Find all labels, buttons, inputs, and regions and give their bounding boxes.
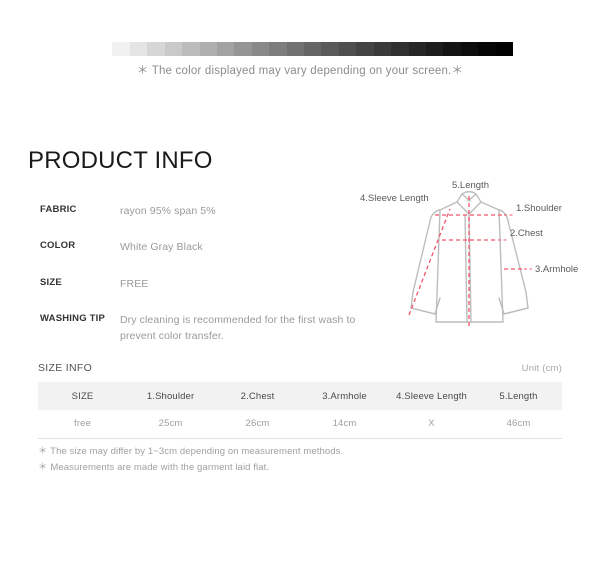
size-info-title: SIZE INFO — [38, 362, 93, 374]
spec-label: WASHING TIP — [40, 312, 106, 324]
gradient-swatch — [321, 42, 339, 56]
size-note: ＊ The size may differ by 1~3cm depending… — [38, 446, 344, 457]
spec-value: rayon 95% span 5% — [120, 205, 216, 217]
garment-measurement-diagram: 1.Shoulder 2.Chest 3.Armhole 4.Sleeve Le… — [352, 172, 600, 340]
gradient-swatch — [304, 42, 322, 56]
spec-label: FABRIC — [40, 204, 77, 215]
cell-chest: 26cm — [214, 410, 302, 439]
product-spec-list: FABRIC rayon 95% span 5% COLOR White Gra… — [40, 203, 360, 344]
size-info-notes: ＊ The size may differ by 1~3cm depending… — [38, 444, 438, 475]
gradient-swatch — [129, 42, 148, 56]
gradient-swatch — [495, 42, 514, 56]
table-header-row: SIZE 1.Shoulder 2.Chest 3.Armhole 4.Slee… — [38, 382, 562, 410]
gradient-swatch — [338, 42, 357, 56]
gradient-swatch — [478, 42, 496, 56]
size-info-table: SIZE 1.Shoulder 2.Chest 3.Armhole 4.Slee… — [38, 382, 562, 439]
gradient-swatch — [426, 42, 444, 56]
gradient-swatch — [112, 42, 130, 56]
diagram-label-shoulder: 1.Shoulder — [516, 203, 562, 214]
gradient-swatch — [269, 42, 287, 56]
gradient-swatch — [356, 42, 374, 56]
column-header-shoulder: 1.Shoulder — [127, 382, 215, 410]
gradient-swatch — [147, 42, 165, 56]
spec-label: SIZE — [40, 276, 62, 288]
diagram-label-armhole: 3.Armhole — [535, 264, 578, 275]
spec-value: Dry cleaning is recommended for the firs… — [120, 313, 356, 343]
gradient-swatch — [216, 42, 235, 56]
spec-row-color: COLOR White Gray Black — [40, 239, 360, 255]
spec-value: FREE — [120, 277, 149, 290]
spec-label: COLOR — [40, 240, 76, 252]
gradient-swatch — [391, 42, 409, 56]
color-disclaimer-note: ＊ The color displayed may vary depending… — [136, 65, 464, 77]
gradient-swatch — [251, 42, 270, 56]
size-note: ＊ Measurements are made with the garment… — [38, 461, 270, 473]
gradient-swatch — [460, 42, 479, 56]
column-header-sleeve-length: 4.Sleeve Length — [388, 382, 476, 410]
diagram-label-sleeve-length: 4.Sleeve Length — [360, 193, 429, 204]
gradient-swatches — [95, 42, 514, 56]
column-header-chest: 2.Chest — [214, 382, 302, 410]
gradient-swatch — [182, 42, 200, 56]
gradient-swatch — [373, 42, 392, 56]
diagram-label-length: 5.Length — [452, 180, 489, 191]
color-gradient-bar — [95, 42, 514, 56]
table-row: free 25cm 26cm 14cm X 46cm — [38, 410, 562, 439]
gradient-swatch — [286, 42, 305, 56]
cell-length: 46cm — [475, 410, 562, 439]
gradient-swatch — [234, 42, 252, 56]
column-header-armhole: 3.Armhole — [301, 382, 389, 410]
gradient-swatch — [164, 42, 183, 56]
gradient-swatch — [199, 42, 217, 56]
column-header-length: 5.Length — [475, 382, 562, 410]
size-unit-label: Unit (cm) — [521, 363, 562, 374]
size-info-header: SIZE INFO Unit (cm) — [38, 362, 562, 374]
cell-size: free — [38, 410, 128, 439]
diagram-label-chest: 2.Chest — [510, 228, 543, 239]
page-title: PRODUCT INFO — [28, 147, 213, 174]
cell-shoulder: 25cm — [127, 410, 215, 439]
spec-row-size: SIZE FREE — [40, 276, 360, 292]
spec-value: White Gray Black — [120, 241, 203, 254]
cell-armhole: 14cm — [301, 410, 389, 439]
gradient-swatch — [443, 42, 461, 56]
cell-sleeve-length: X — [388, 410, 476, 439]
gradient-swatch — [408, 42, 427, 56]
column-header-size: SIZE — [38, 382, 128, 410]
gradient-swatch — [95, 42, 113, 56]
spec-row-washing-tip: WASHING TIP Dry cleaning is recommended … — [40, 312, 360, 345]
spec-row-fabric: FABRIC rayon 95% span 5% — [40, 203, 360, 219]
